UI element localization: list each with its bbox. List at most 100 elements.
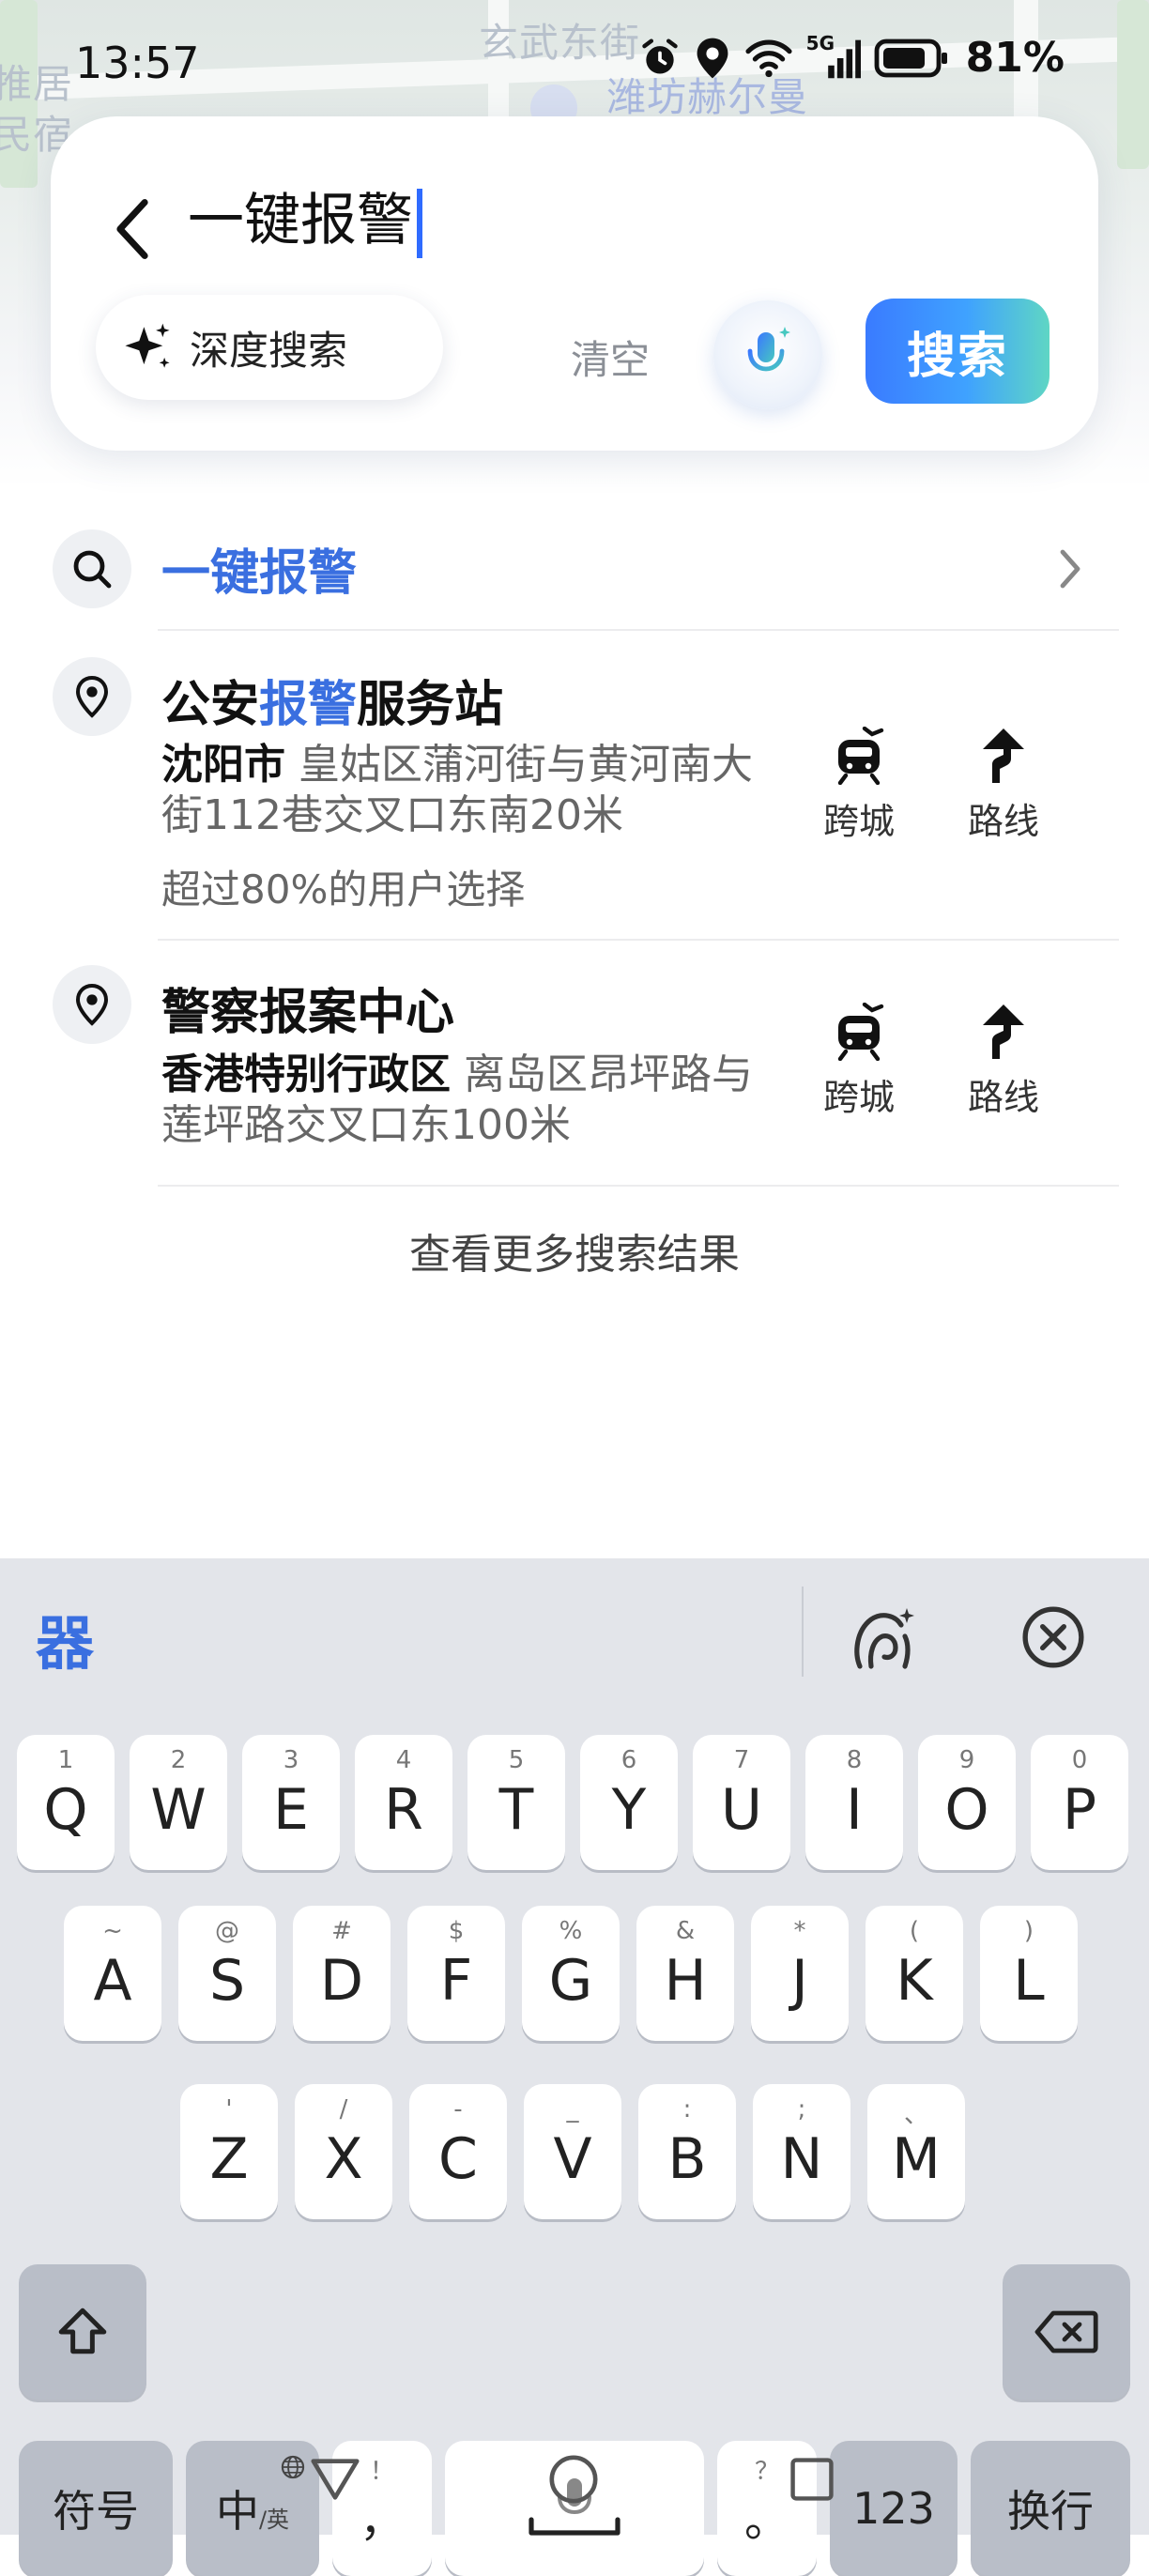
key-secondary: $ [448,1917,465,1945]
shift-key[interactable] [19,2264,146,2400]
result-city: 沈阳市 [161,741,285,789]
key-y[interactable]: 6Y [580,1735,678,1870]
key-q[interactable]: 1Q [17,1735,115,1870]
wifi-icon [745,38,792,77]
clear-button[interactable]: 清空 [571,329,650,386]
key-primary: P [1062,1777,1097,1843]
key-a[interactable]: ~ A [64,1906,161,2041]
status-icons: 5G 81% [639,32,1065,82]
key-t[interactable]: 5T [467,1735,565,1870]
key-v[interactable]: _ V [524,2084,621,2219]
battery-percent: 81% [965,34,1065,82]
backspace-icon [1034,2310,1098,2354]
key-n[interactable]: ; N [753,2084,850,2219]
key-f[interactable]: $ F [407,1906,505,2041]
key-primary: V [553,2126,592,2192]
keyboard-logo[interactable]: 器 [36,1596,94,1680]
square-recents-icon [790,2458,834,2501]
search-input[interactable]: 一键报警 [188,175,422,259]
key-p[interactable]: 0P [1031,1735,1128,1870]
train-icon [837,1003,884,1061]
more-results-link[interactable]: 查看更多搜索结果 [0,1220,1149,1280]
keyboard: 器 1Q2W3E4R5T6Y7U8I9O0P ~ A @ S # D $ F% G & H * J(K)… [0,1558,1149,2576]
key-u[interactable]: 7U [693,1735,790,1870]
nav-back-button[interactable] [302,2446,368,2512]
key-primary: A [93,1948,132,2014]
deep-search-label: 深度搜索 [190,327,348,374]
key-secondary: ~ [102,1917,123,1945]
key-primary: Z [209,2126,249,2192]
voice-search-button[interactable] [713,300,822,409]
divider [158,629,1119,631]
query-suggestion[interactable]: 一键报警 [0,526,1149,629]
route-button[interactable]: 路线 [952,1003,1055,1120]
route-label: 路线 [967,801,1039,842]
backspace-key[interactable] [1003,2264,1130,2400]
triangle-back-icon [311,2459,360,2500]
nav-home-button[interactable] [541,2446,606,2512]
key-x[interactable]: / X [295,2084,392,2219]
key-secondary: 4 [395,1746,412,1774]
key-primary: M [892,2126,941,2192]
key-primary: S [208,1948,246,2014]
key-s[interactable]: @ S [178,1906,276,2041]
key-d[interactable]: # D [293,1906,391,2041]
status-bar: 13:57 5G 81% [0,0,1149,113]
status-time: 13:57 [75,38,200,88]
close-keyboard-button[interactable] [1014,1598,1093,1677]
location-pin-wrap [53,657,131,736]
key-secondary: 3 [283,1746,299,1774]
result-title: 公安报警服务站 [161,665,503,735]
key-o[interactable]: 9O [918,1735,1016,1870]
key-g[interactable]: % G [522,1906,620,2041]
key-z[interactable]: ' Z [180,2084,278,2219]
key-secondary: # [331,1917,352,1945]
key-primary: U [721,1777,762,1843]
key-i[interactable]: 8I [805,1735,903,1870]
key-b[interactable]: :B [638,2084,736,2219]
key-primary: Y [611,1777,647,1843]
key-j[interactable]: * J [751,1906,849,2041]
result-title: 警察报案中心 [161,973,454,1043]
chevron-right-icon [1060,549,1080,589]
ai-assistant-button[interactable] [845,1598,924,1677]
key-w[interactable]: 2W [130,1735,227,1870]
search-button[interactable]: 搜索 [866,299,1049,404]
location-pin-icon [75,983,109,1026]
key-r[interactable]: 4R [355,1735,452,1870]
route-arrow-icon [983,728,1024,783]
alarm-icon [641,38,678,73]
key-l[interactable]: ) L [980,1906,1078,2041]
cross-city-button[interactable]: 跨城 [807,727,911,844]
key-secondary: ) [1023,1917,1034,1945]
location-icon [697,38,728,78]
key-h[interactable]: & H [636,1906,734,2041]
key-primary: H [664,1948,707,2014]
cross-city-label: 跨城 [822,801,895,842]
result-item[interactable]: 公安报警服务站 沈阳市 皇姑区蒲河街与黄河南大街112巷交叉口东南20米 超过8… [0,657,1149,939]
key-primary: D [319,1948,364,2014]
deep-search-button[interactable]: 深度搜索 [96,295,443,400]
key-k[interactable]: (K [866,1906,963,2041]
result-item[interactable]: 警察报案中心 香港特别行政区 离岛区昂坪路与莲坪路交叉口东100米 跨城 路线 [0,965,1149,1181]
cross-city-button[interactable]: 跨城 [807,1003,911,1120]
key-m[interactable]: 、 M [867,2084,965,2219]
text-cursor [417,189,422,259]
key-secondary: 0 [1071,1746,1088,1774]
back-button[interactable] [100,182,165,276]
key-primary: G [548,1948,593,2014]
nav-recents-button[interactable] [779,2446,845,2512]
search-icon [73,550,112,589]
key-secondary: 、 [903,2101,928,2129]
cross-city-label: 跨城 [822,1077,895,1118]
key-secondary: @ [215,1917,239,1945]
key-primary: I [846,1777,863,1843]
key-primary: K [896,1948,933,2014]
route-button[interactable]: 路线 [952,727,1055,844]
shift-arrow-icon [58,2308,107,2354]
key-secondary: ' [225,2095,233,2124]
key-c[interactable]: -C [409,2084,507,2219]
key-e[interactable]: 3E [242,1735,340,1870]
sparkle-icon [125,323,170,368]
search-query: 一键报警 [188,188,413,253]
